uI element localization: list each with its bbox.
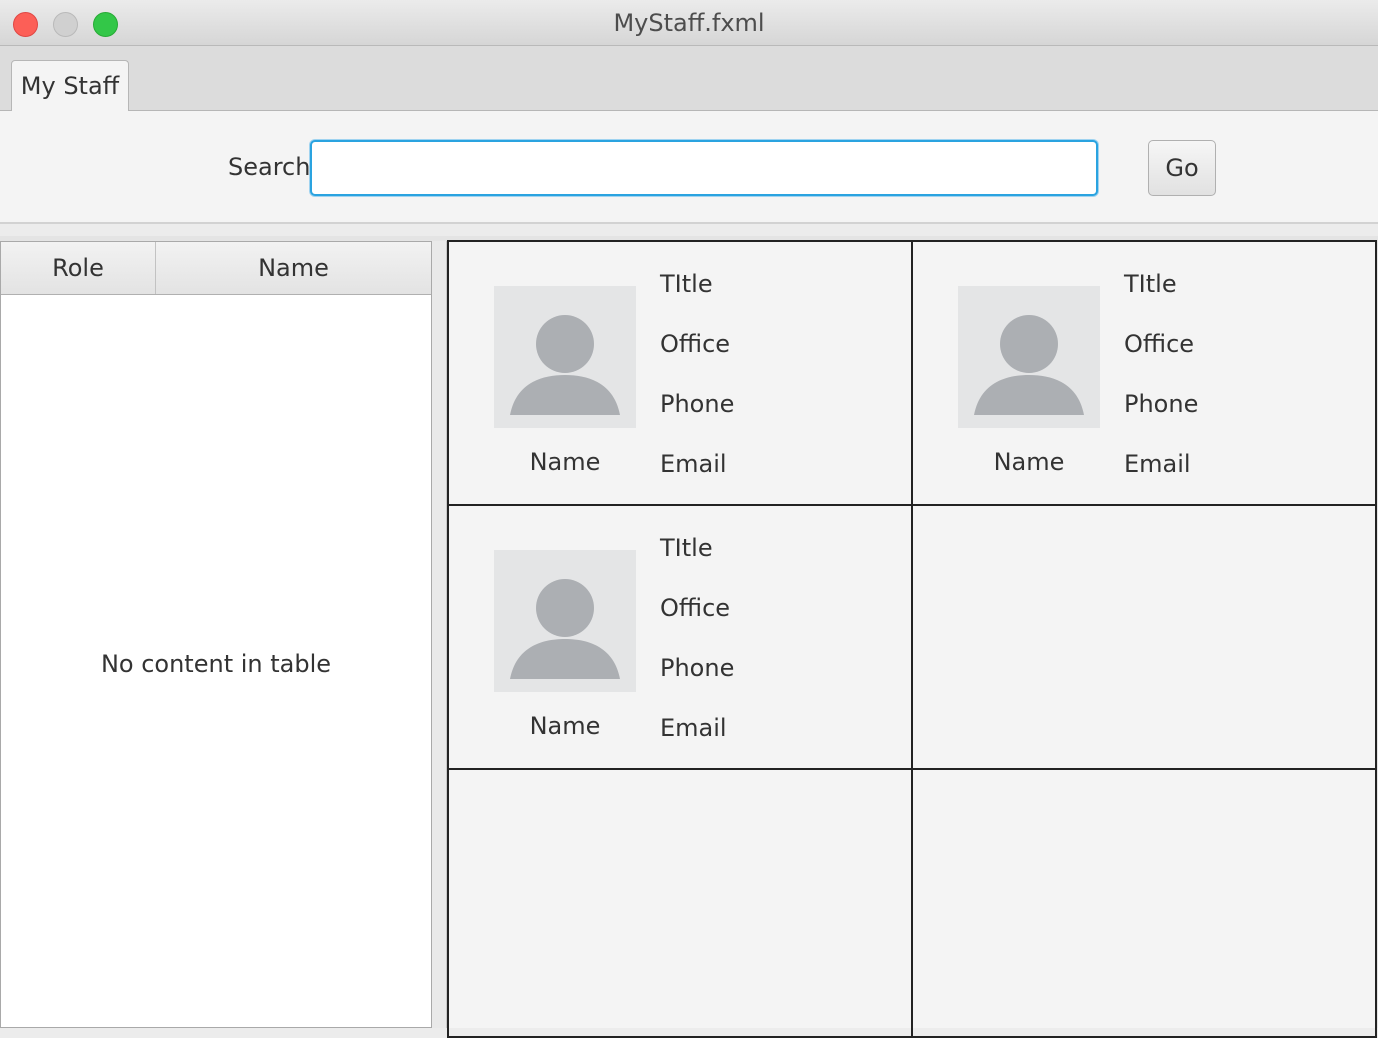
column-header-role[interactable]: Role (1, 242, 156, 294)
person-placeholder-icon (958, 286, 1100, 428)
card-office: Office (660, 594, 731, 622)
window-titlebar[interactable]: MyStaff.fxml (0, 0, 1378, 46)
empty-card-slot (911, 504, 1377, 770)
staff-table[interactable]: Role Name No content in table (0, 241, 432, 1028)
card-phone: Phone (1124, 390, 1199, 418)
person-placeholder-icon (494, 550, 636, 692)
card-title: TItle (1124, 270, 1177, 298)
staff-card-grid: Name TItle Office Phone Email Name TItle… (447, 240, 1377, 1038)
card-phone: Phone (660, 654, 735, 682)
empty-card-slot (911, 768, 1377, 1038)
card-email: Email (660, 714, 727, 742)
card-phone: Phone (660, 390, 735, 418)
empty-table-message: No content in table (100, 650, 332, 678)
card-title: TItle (660, 270, 713, 298)
column-header-name[interactable]: Name (156, 242, 431, 294)
tab-bar: My Staff (0, 46, 1378, 112)
empty-card-slot (447, 768, 913, 1038)
staff-card[interactable]: Name TItle Office Phone Email (447, 504, 913, 770)
card-email: Email (660, 450, 727, 478)
tab-my-staff[interactable]: My Staff (11, 60, 129, 112)
card-name: Name (529, 712, 601, 740)
go-button[interactable]: Go (1148, 140, 1216, 196)
search-label: Search (228, 153, 311, 181)
card-office: Office (1124, 330, 1195, 358)
person-placeholder-icon (494, 286, 636, 428)
split-pane-divider[interactable] (432, 241, 447, 1028)
card-name: Name (529, 448, 601, 476)
card-title: TItle (660, 534, 713, 562)
staff-card[interactable]: Name TItle Office Phone Email (911, 240, 1377, 506)
search-input[interactable] (310, 140, 1098, 196)
search-bar: Search Go (0, 111, 1378, 224)
staff-card[interactable]: Name TItle Office Phone Email (447, 240, 913, 506)
card-name: Name (993, 448, 1065, 476)
window-title: MyStaff.fxml (613, 9, 765, 37)
card-email: Email (1124, 450, 1191, 478)
table-header: Role Name (1, 242, 431, 295)
card-office: Office (660, 330, 731, 358)
